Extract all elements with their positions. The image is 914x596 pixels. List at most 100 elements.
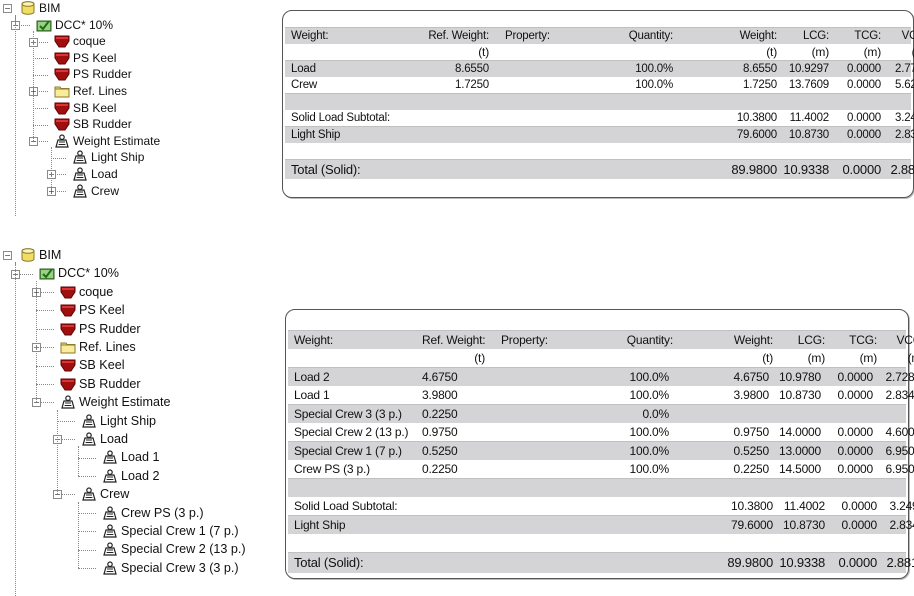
blank — [288, 534, 422, 552]
table-row[interactable]: Special Crew 1 (7 p.) 0.5250 100.0% 0.5250 1… — [288, 441, 914, 460]
cell-vcg: 2.7767 — [895, 63, 914, 75]
tree-node[interactable]: DCC* 10% — [39, 264, 119, 282]
tree-node-label: Crew PS (3 p.) — [121, 505, 204, 520]
unit-tcg: (m) — [863, 45, 882, 59]
total-row-weight: 89.9800 — [731, 162, 777, 177]
tree-node[interactable]: Load — [72, 166, 118, 182]
tree-connector — [78, 531, 96, 533]
cell-name: Load 1 — [294, 388, 330, 402]
tree-node[interactable]: Light Ship — [72, 149, 144, 165]
cell-quantity: 100.0% — [629, 444, 670, 458]
database-icon — [20, 248, 36, 262]
cell-lcg — [769, 405, 821, 423]
table-blank-row — [285, 143, 911, 159]
weight-icon — [60, 395, 76, 409]
cell-vcg: 2.7280 — [885, 370, 914, 384]
total-row-lcg: 10.9338 — [779, 555, 825, 570]
separator-blank — [285, 94, 411, 110]
lightship-row-lcg: 10.8730 — [783, 518, 825, 532]
tree-node[interactable]: coque — [54, 33, 106, 49]
tree-node[interactable]: DCC* 10% — [36, 17, 113, 33]
units-blank — [485, 349, 581, 367]
tree-node-label: DCC* 10% — [58, 266, 119, 281]
units-blank — [285, 44, 411, 60]
header-vcg: VCG: — [896, 333, 914, 347]
total-row-label: Total (Solid): — [294, 555, 364, 570]
tree-node-label: SB Keel — [79, 358, 125, 373]
header-vcg: VCG: — [901, 30, 914, 42]
tree-node[interactable]: Special Crew 2 (13 p.) — [102, 540, 246, 558]
collapse-toggle[interactable]: − — [3, 251, 12, 261]
cell-name: Special Crew 2 (13 p.) — [294, 425, 409, 439]
weight-table-panel-collapsed: Weight: Ref. Weight: Property: Quantity: Wei… — [282, 10, 914, 198]
tree-node[interactable]: Crew PS (3 p.) — [102, 504, 204, 522]
tree-node[interactable]: Weight Estimate — [54, 133, 160, 149]
tree-node-label: BIM — [39, 248, 62, 262]
tree-node[interactable]: PS Rudder — [60, 320, 141, 338]
tree-node[interactable]: Ref. Lines — [60, 338, 136, 356]
cell-name: Special Crew 3 (3 p.) — [294, 407, 402, 421]
tree-node[interactable]: Load 2 — [102, 467, 160, 485]
tree-node[interactable]: SB Keel — [54, 100, 116, 116]
collapse-toggle[interactable]: − — [3, 4, 12, 14]
tree-node[interactable]: Crew — [72, 183, 119, 199]
cell-quantity: 0.0% — [642, 407, 669, 421]
tree-node[interactable]: PS Keel — [60, 301, 125, 319]
unit-tcg: (m) — [859, 351, 878, 365]
header-property: Property: — [501, 333, 548, 347]
tree-connector — [51, 157, 66, 159]
tree-node[interactable]: coque — [60, 283, 113, 301]
tree-node[interactable]: Weight Estimate — [60, 393, 170, 411]
cell-vcg: 2.8340 — [885, 388, 914, 402]
cell-name: Special Crew 1 (7 p.) — [294, 444, 402, 458]
table-row[interactable]: Special Crew 2 (13 p.) 0.9750 100.0% 0.9750… — [288, 423, 914, 441]
tree-node[interactable]: BIM — [20, 0, 60, 16]
tree-connector — [33, 58, 48, 60]
tree-node[interactable]: SB Rudder — [60, 375, 141, 393]
tree-node[interactable]: PS Rudder — [54, 66, 132, 82]
unit-lcg: (m) — [811, 45, 830, 59]
tree-node[interactable]: Crew — [81, 485, 129, 503]
cell-property — [481, 368, 577, 386]
hull-part-icon — [54, 101, 70, 115]
table-units-row: (t) (t) (m) (m) (m) — [288, 349, 914, 367]
tree-node[interactable]: SB Rudder — [54, 116, 132, 132]
tree-node[interactable]: Special Crew 3 (3 p.) — [102, 559, 239, 577]
checked-folder-icon — [39, 266, 55, 280]
cell-property — [489, 77, 585, 93]
tree-node-label: SB Keel — [73, 100, 117, 115]
tree-node-label: Light Ship — [100, 413, 157, 428]
units-blank — [288, 349, 422, 367]
weight-icon — [72, 150, 88, 164]
blank — [285, 143, 411, 159]
weight-table-panel-expanded: Weight: Ref. Weight: Property: Quantity: Wei… — [285, 309, 914, 579]
table-row[interactable]: Crew PS (3 p.) 0.2250 100.0% 0.2250 14.5000 0… — [288, 460, 914, 478]
unit-ref-weight: (t) — [474, 351, 485, 365]
header-lcg: LCG: — [797, 333, 825, 347]
tree-node-label: Load — [91, 167, 118, 181]
subtotal-row-lcg: 11.4002 — [783, 499, 825, 513]
tree-node[interactable]: Load 1 — [102, 448, 160, 466]
tree-node[interactable]: BIM — [20, 246, 61, 264]
tree-node[interactable]: Ref. Lines — [54, 83, 127, 99]
tree-connector — [36, 280, 37, 403]
table-row[interactable]: Load 8.6550 100.0% 8.6550 10.9297 0.0000 2.776… — [285, 60, 914, 77]
cell-ref-weight: 8.6550 — [455, 63, 489, 75]
weight-icon — [102, 469, 118, 483]
cell-weight: 0.5250 — [733, 444, 769, 458]
tree-node[interactable]: PS Keel — [54, 50, 116, 66]
weight-icon — [54, 134, 70, 148]
table-row[interactable]: Load 1 3.9800 100.0% 3.9800 10.8730 0.0000 2.8… — [288, 386, 914, 404]
tree-node[interactable]: Light Ship — [81, 412, 156, 430]
database-icon — [20, 1, 36, 15]
tree-connector — [33, 124, 48, 126]
hull-part-icon — [54, 67, 70, 81]
tree-node[interactable]: SB Keel — [60, 356, 125, 374]
tree-node-label: SB Rudder — [79, 376, 141, 391]
tree-node[interactable]: Special Crew 1 (7 p.) — [102, 522, 239, 540]
tree-node[interactable]: Load — [81, 430, 128, 448]
table-row[interactable]: Crew 1.7250 100.0% 1.7250 13.7609 0.0000 5.621… — [285, 77, 914, 93]
table-row[interactable]: Load 2 4.6750 100.0% 4.6750 10.9780 0.0000 2.7… — [288, 367, 914, 386]
total-row: Total (Solid): 89.9800 10.9338 0.0000 2.8819 — [288, 552, 914, 573]
table-row[interactable]: Special Crew 3 (3 p.) 0.2250 0.0% — [288, 404, 906, 423]
